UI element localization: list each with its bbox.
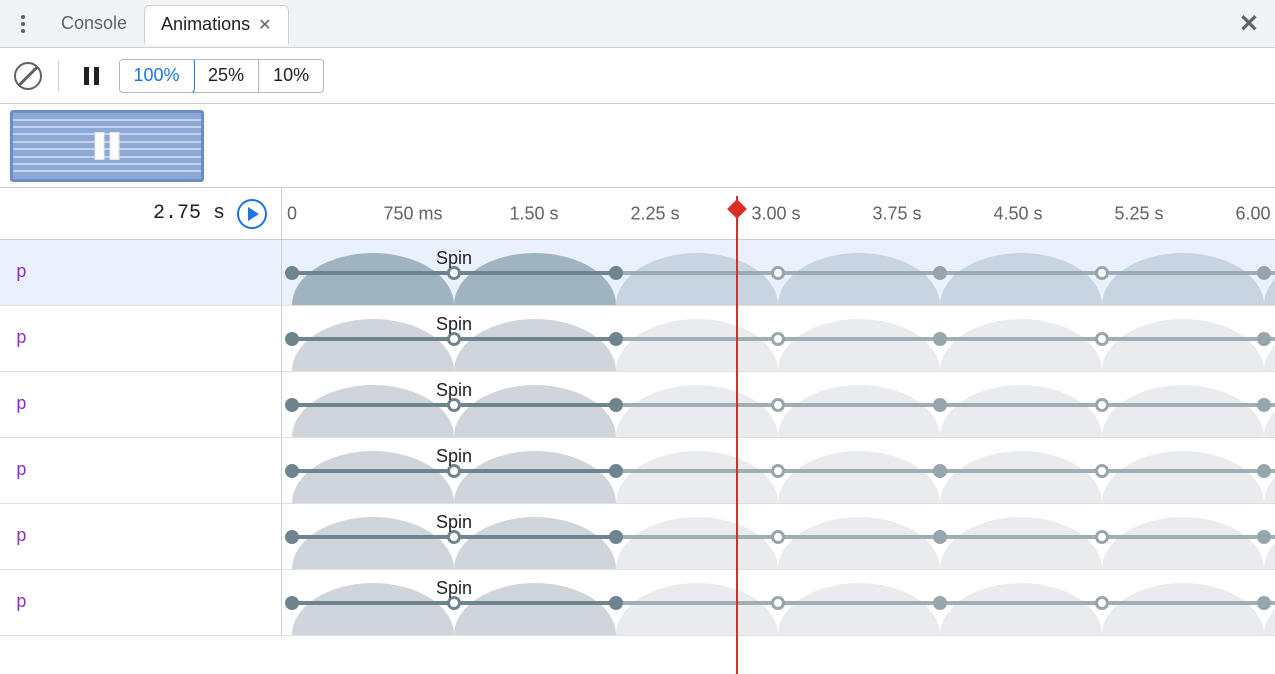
keyframe-marker[interactable] [609, 266, 623, 280]
track-node-name[interactable]: p [0, 438, 282, 503]
track-node-name[interactable]: p [0, 372, 282, 437]
ruler-tick: 1.50 s [509, 203, 558, 224]
keyframe-marker[interactable] [1257, 530, 1271, 544]
speed-25-button[interactable]: 25% [193, 60, 258, 92]
keyframe-marker[interactable] [609, 530, 623, 544]
keyframe-marker[interactable] [1257, 266, 1271, 280]
keyframe-marker[interactable] [771, 596, 785, 610]
playback-rate-group: 100% 25% 10% [119, 59, 324, 93]
keyframe-marker[interactable] [285, 464, 299, 478]
keyframe-marker[interactable] [1095, 596, 1109, 610]
keyframe-marker[interactable] [1095, 398, 1109, 412]
ruler-tick: 0 [287, 203, 297, 224]
keyframe-marker[interactable] [609, 596, 623, 610]
keyframe-marker[interactable] [609, 464, 623, 478]
keyframe-marker[interactable] [609, 332, 623, 346]
ruler-tick: 3.75 s [872, 203, 921, 224]
track-node-name[interactable]: p [0, 240, 282, 305]
keyframe-marker[interactable] [771, 530, 785, 544]
track-row[interactable]: pSpin [0, 570, 1275, 636]
keyframe-marker[interactable] [1095, 266, 1109, 280]
track-lane[interactable]: Spin [282, 372, 1275, 437]
keyframe-marker[interactable] [771, 464, 785, 478]
keyframe-marker[interactable] [933, 398, 947, 412]
keyframe-marker[interactable] [285, 266, 299, 280]
keyframe-marker[interactable] [447, 266, 461, 280]
speed-100-button[interactable]: 100% [119, 59, 195, 93]
kebab-menu-icon[interactable] [10, 11, 36, 37]
ruler-tick: 4.50 s [993, 203, 1042, 224]
speed-10-button[interactable]: 10% [258, 60, 323, 92]
close-drawer-icon[interactable]: ✕ [1239, 9, 1259, 38]
current-time-readout: 2.75 s [153, 202, 225, 225]
ruler-tick: 3.00 s [751, 203, 800, 224]
keyframe-marker[interactable] [1095, 530, 1109, 544]
close-icon[interactable]: ✕ [258, 15, 271, 35]
track-row[interactable]: pSpin [0, 438, 1275, 504]
track-row[interactable]: pSpin [0, 306, 1275, 372]
ruler-tick: 2.25 s [630, 203, 679, 224]
ruler-tick: 5.25 s [1114, 203, 1163, 224]
track-node-name[interactable]: p [0, 570, 282, 635]
ruler-tick: 6.00 s [1235, 203, 1275, 224]
separator [58, 60, 59, 92]
keyframe-marker[interactable] [1257, 332, 1271, 346]
keyframe-marker[interactable] [771, 398, 785, 412]
play-button[interactable] [237, 199, 267, 229]
keyframe-marker[interactable] [1257, 398, 1271, 412]
track-node-name[interactable]: p [0, 306, 282, 371]
tab-animations[interactable]: Animations ✕ [144, 5, 288, 45]
pause-all-button[interactable] [75, 64, 107, 88]
keyframe-marker[interactable] [1257, 464, 1271, 478]
keyframe-marker[interactable] [933, 464, 947, 478]
track-lane[interactable]: Spin [282, 504, 1275, 569]
keyframe-marker[interactable] [609, 398, 623, 412]
keyframe-marker[interactable] [933, 530, 947, 544]
track-row[interactable]: pSpin [0, 504, 1275, 570]
keyframe-marker[interactable] [447, 398, 461, 412]
keyframe-marker[interactable] [285, 332, 299, 346]
keyframe-marker[interactable] [1095, 464, 1109, 478]
track-row[interactable]: pSpin [0, 240, 1275, 306]
animation-group-preview[interactable] [10, 110, 204, 182]
tab-console[interactable]: Console [44, 4, 144, 44]
keyframe-marker[interactable] [447, 332, 461, 346]
track-lane[interactable]: Spin [282, 438, 1275, 503]
keyframe-marker[interactable] [285, 596, 299, 610]
keyframe-marker[interactable] [285, 398, 299, 412]
tab-animations-label: Animations [161, 14, 250, 35]
animations-toolbar: 100% 25% 10% [0, 48, 1275, 104]
clear-button[interactable] [14, 62, 42, 90]
track-row[interactable]: pSpin [0, 372, 1275, 438]
track-lane[interactable]: Spin [282, 306, 1275, 371]
drawer-tabbar: Console Animations ✕ ✕ [0, 0, 1275, 48]
track-node-name[interactable]: p [0, 504, 282, 569]
keyframe-marker[interactable] [447, 596, 461, 610]
keyframe-marker[interactable] [285, 530, 299, 544]
keyframe-marker[interactable] [933, 332, 947, 346]
ruler-tick: 750 ms [383, 203, 442, 224]
pause-icon [95, 132, 120, 160]
keyframe-marker[interactable] [933, 596, 947, 610]
keyframe-marker[interactable] [933, 266, 947, 280]
track-lane[interactable]: Spin [282, 570, 1275, 635]
keyframe-marker[interactable] [447, 464, 461, 478]
keyframe-marker[interactable] [771, 266, 785, 280]
keyframe-marker[interactable] [771, 332, 785, 346]
track-lane[interactable]: Spin [282, 240, 1275, 305]
tab-console-label: Console [61, 13, 127, 34]
keyframe-marker[interactable] [447, 530, 461, 544]
animation-buffer [0, 104, 1275, 188]
time-ruler[interactable]: 2.75 s 0 750 ms 1.50 s 2.25 s 3.00 s 3.75 s 4.… [0, 188, 1275, 240]
keyframe-marker[interactable] [1257, 596, 1271, 610]
keyframe-marker[interactable] [1095, 332, 1109, 346]
ruler-controls: 2.75 s [0, 188, 282, 239]
timeline[interactable]: pSpinpSpinpSpinpSpinpSpinpSpin [0, 240, 1275, 674]
